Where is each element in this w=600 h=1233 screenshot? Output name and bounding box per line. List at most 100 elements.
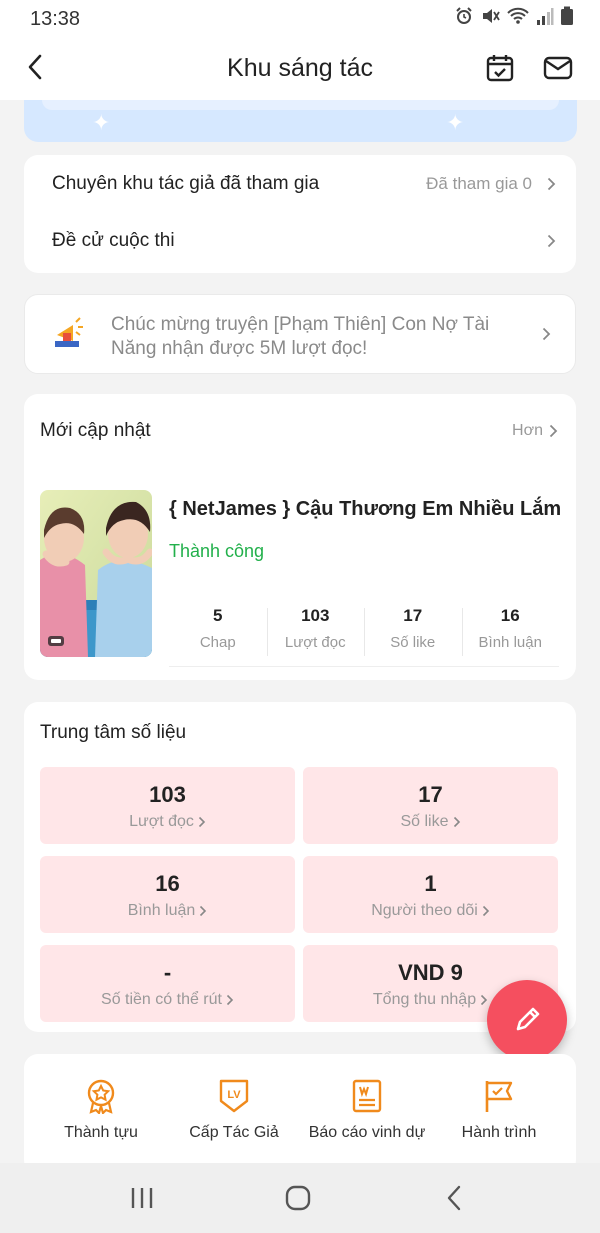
sparkle-icon: ✦ bbox=[446, 110, 465, 135]
chevron-right-icon bbox=[482, 905, 489, 917]
tile-followers[interactable]: 1 Người theo dõi bbox=[303, 856, 558, 933]
alarm-icon bbox=[456, 7, 472, 24]
divider bbox=[169, 666, 559, 667]
promo-banner[interactable]: ✦ ✦ bbox=[24, 100, 577, 142]
stat-likes: 17 Số like bbox=[364, 606, 462, 658]
back-icon bbox=[447, 1185, 461, 1211]
status-icons bbox=[454, 6, 574, 26]
stat-chap: 5 Chap bbox=[169, 606, 267, 658]
system-back-button[interactable] bbox=[434, 1181, 474, 1215]
recent-apps-button[interactable] bbox=[122, 1181, 162, 1215]
menu-label: Thành tựu bbox=[64, 1124, 138, 1141]
write-fab-button[interactable] bbox=[487, 980, 567, 1060]
tile-label-row: Lượt đọc bbox=[40, 813, 295, 831]
tile-likes[interactable]: 17 Số like bbox=[303, 767, 558, 844]
tile-value: 17 bbox=[418, 782, 443, 807]
links-card: Chuyên khu tác giả đã tham gia Đã tham g… bbox=[24, 155, 576, 273]
chevron-right-icon bbox=[544, 177, 558, 191]
book-cover[interactable] bbox=[40, 490, 152, 657]
tile-value: 16 bbox=[155, 871, 180, 896]
tile-label: Người theo dõi bbox=[371, 902, 478, 919]
honor-report-icon bbox=[349, 1078, 385, 1114]
tile-comments[interactable]: 16 Bình luận bbox=[40, 856, 295, 933]
tile-label-row: Số tiền có thể rút bbox=[40, 991, 295, 1009]
calendar-button[interactable] bbox=[482, 50, 518, 86]
contest-label: Đề cử cuộc thi bbox=[52, 230, 175, 251]
megaphone-icon bbox=[55, 317, 83, 347]
tile-label-row: Bình luận bbox=[40, 902, 295, 920]
book-cover-image bbox=[40, 490, 152, 657]
chevron-right-icon bbox=[549, 424, 558, 438]
journey-flag-icon bbox=[481, 1078, 517, 1114]
sparkle-icon: ✦ bbox=[92, 110, 111, 135]
system-nav-bar bbox=[0, 1163, 600, 1233]
tile-value: 103 bbox=[149, 782, 186, 807]
tile-reads[interactable]: 103 Lượt đọc bbox=[40, 767, 295, 844]
tile-withdrawable[interactable]: - Số tiền có thể rút bbox=[40, 945, 295, 1022]
banner-inner bbox=[42, 100, 559, 110]
wifi-icon bbox=[507, 7, 529, 24]
tile-value: 1 bbox=[424, 871, 437, 896]
stat-label: Lượt đọc bbox=[284, 634, 346, 651]
tile-label-row: Số like bbox=[303, 813, 558, 831]
tile-label: Bình luận bbox=[127, 902, 196, 919]
mute-icon bbox=[483, 9, 500, 23]
menu-card: Thành tựu LV Cấp Tác Giả Báo cáo vinh dự… bbox=[24, 1054, 576, 1174]
more-label: Hơn bbox=[512, 422, 543, 439]
book-stats: 5 Chap 103 Lượt đọc 17 Số like 16 Bình l… bbox=[169, 606, 559, 658]
tile-label: Số like bbox=[400, 813, 449, 830]
recent-apps-icon bbox=[131, 1188, 153, 1208]
menu-label: Hành trình bbox=[461, 1124, 537, 1141]
book-status: Thành công bbox=[169, 541, 265, 561]
chevron-right-icon bbox=[481, 994, 488, 1006]
data-center-card: Trung tâm số liệu 103 Lượt đọc 17 Số lik… bbox=[24, 702, 576, 1032]
joined-zone-label: Chuyên khu tác giả đã tham gia bbox=[52, 173, 320, 194]
stat-label: Số like bbox=[390, 634, 436, 651]
battery-icon bbox=[561, 6, 573, 25]
stat-value: 17 bbox=[403, 606, 423, 625]
stat-value: 16 bbox=[500, 606, 520, 625]
menu-author-level[interactable]: LV Cấp Tác Giả bbox=[165, 1078, 303, 1142]
app-header: Khu sáng tác bbox=[0, 36, 600, 100]
chevron-right-icon bbox=[226, 994, 234, 1006]
tile-label-row: Người theo dõi bbox=[303, 902, 558, 920]
stat-label: Bình luận bbox=[478, 634, 542, 651]
medal-icon bbox=[83, 1078, 119, 1114]
stat-reads: 103 Lượt đọc bbox=[266, 606, 365, 658]
chevron-right-icon bbox=[453, 816, 460, 828]
status-bar: 13:38 bbox=[0, 0, 600, 36]
chevron-right-icon bbox=[539, 327, 553, 341]
more-link[interactable]: Hơn bbox=[512, 422, 558, 440]
level-badge-icon: LV bbox=[216, 1078, 252, 1114]
mail-icon bbox=[543, 56, 573, 80]
mail-button[interactable] bbox=[540, 50, 576, 86]
menu-label: Báo cáo vinh dự bbox=[308, 1124, 426, 1141]
menu-honor-report[interactable]: Báo cáo vinh dự bbox=[298, 1078, 436, 1142]
signal-icon bbox=[537, 8, 554, 25]
status-time: 13:38 bbox=[30, 8, 81, 30]
book-title[interactable]: { NetJames } Cậu Thương Em Nhiều Lắm bbox=[169, 498, 561, 521]
joined-zone-row[interactable]: Chuyên khu tác giả đã tham gia Đã tham g… bbox=[52, 164, 558, 204]
contest-row[interactable]: Đề cử cuộc thi bbox=[52, 221, 558, 261]
tile-label: Số tiền có thể rút bbox=[101, 991, 222, 1008]
recent-card: Mới cập nhật Hơn { NetJames } Cậu Thương… bbox=[24, 394, 576, 680]
stat-value: 103 bbox=[301, 606, 330, 625]
svg-text:LV: LV bbox=[227, 1089, 241, 1101]
pencil-icon bbox=[516, 1007, 540, 1031]
joined-zone-value: Đã tham gia 0 bbox=[426, 174, 532, 193]
home-icon bbox=[285, 1185, 311, 1211]
stat-value: 5 bbox=[213, 606, 223, 625]
data-center-title: Trung tâm số liệu bbox=[40, 722, 187, 743]
home-button[interactable] bbox=[278, 1181, 318, 1215]
notice-text: Chúc mừng truyện [Phạm Thiên] Con Nợ Tài… bbox=[111, 314, 490, 359]
chevron-right-icon bbox=[200, 905, 207, 917]
recent-title: Mới cập nhật bbox=[40, 420, 151, 441]
tile-label: Lượt đọc bbox=[129, 813, 194, 830]
menu-journey[interactable]: Hành trình bbox=[430, 1078, 568, 1142]
tile-label: Tổng thu nhập bbox=[372, 991, 477, 1008]
chevron-right-icon bbox=[544, 234, 558, 248]
calendar-check-icon bbox=[486, 55, 514, 82]
notice-card[interactable]: Chúc mừng truyện [Phạm Thiên] Con Nợ Tài… bbox=[24, 294, 576, 374]
stat-comments: 16 Bình luận bbox=[461, 606, 560, 658]
menu-achievements[interactable]: Thành tựu bbox=[32, 1078, 170, 1142]
